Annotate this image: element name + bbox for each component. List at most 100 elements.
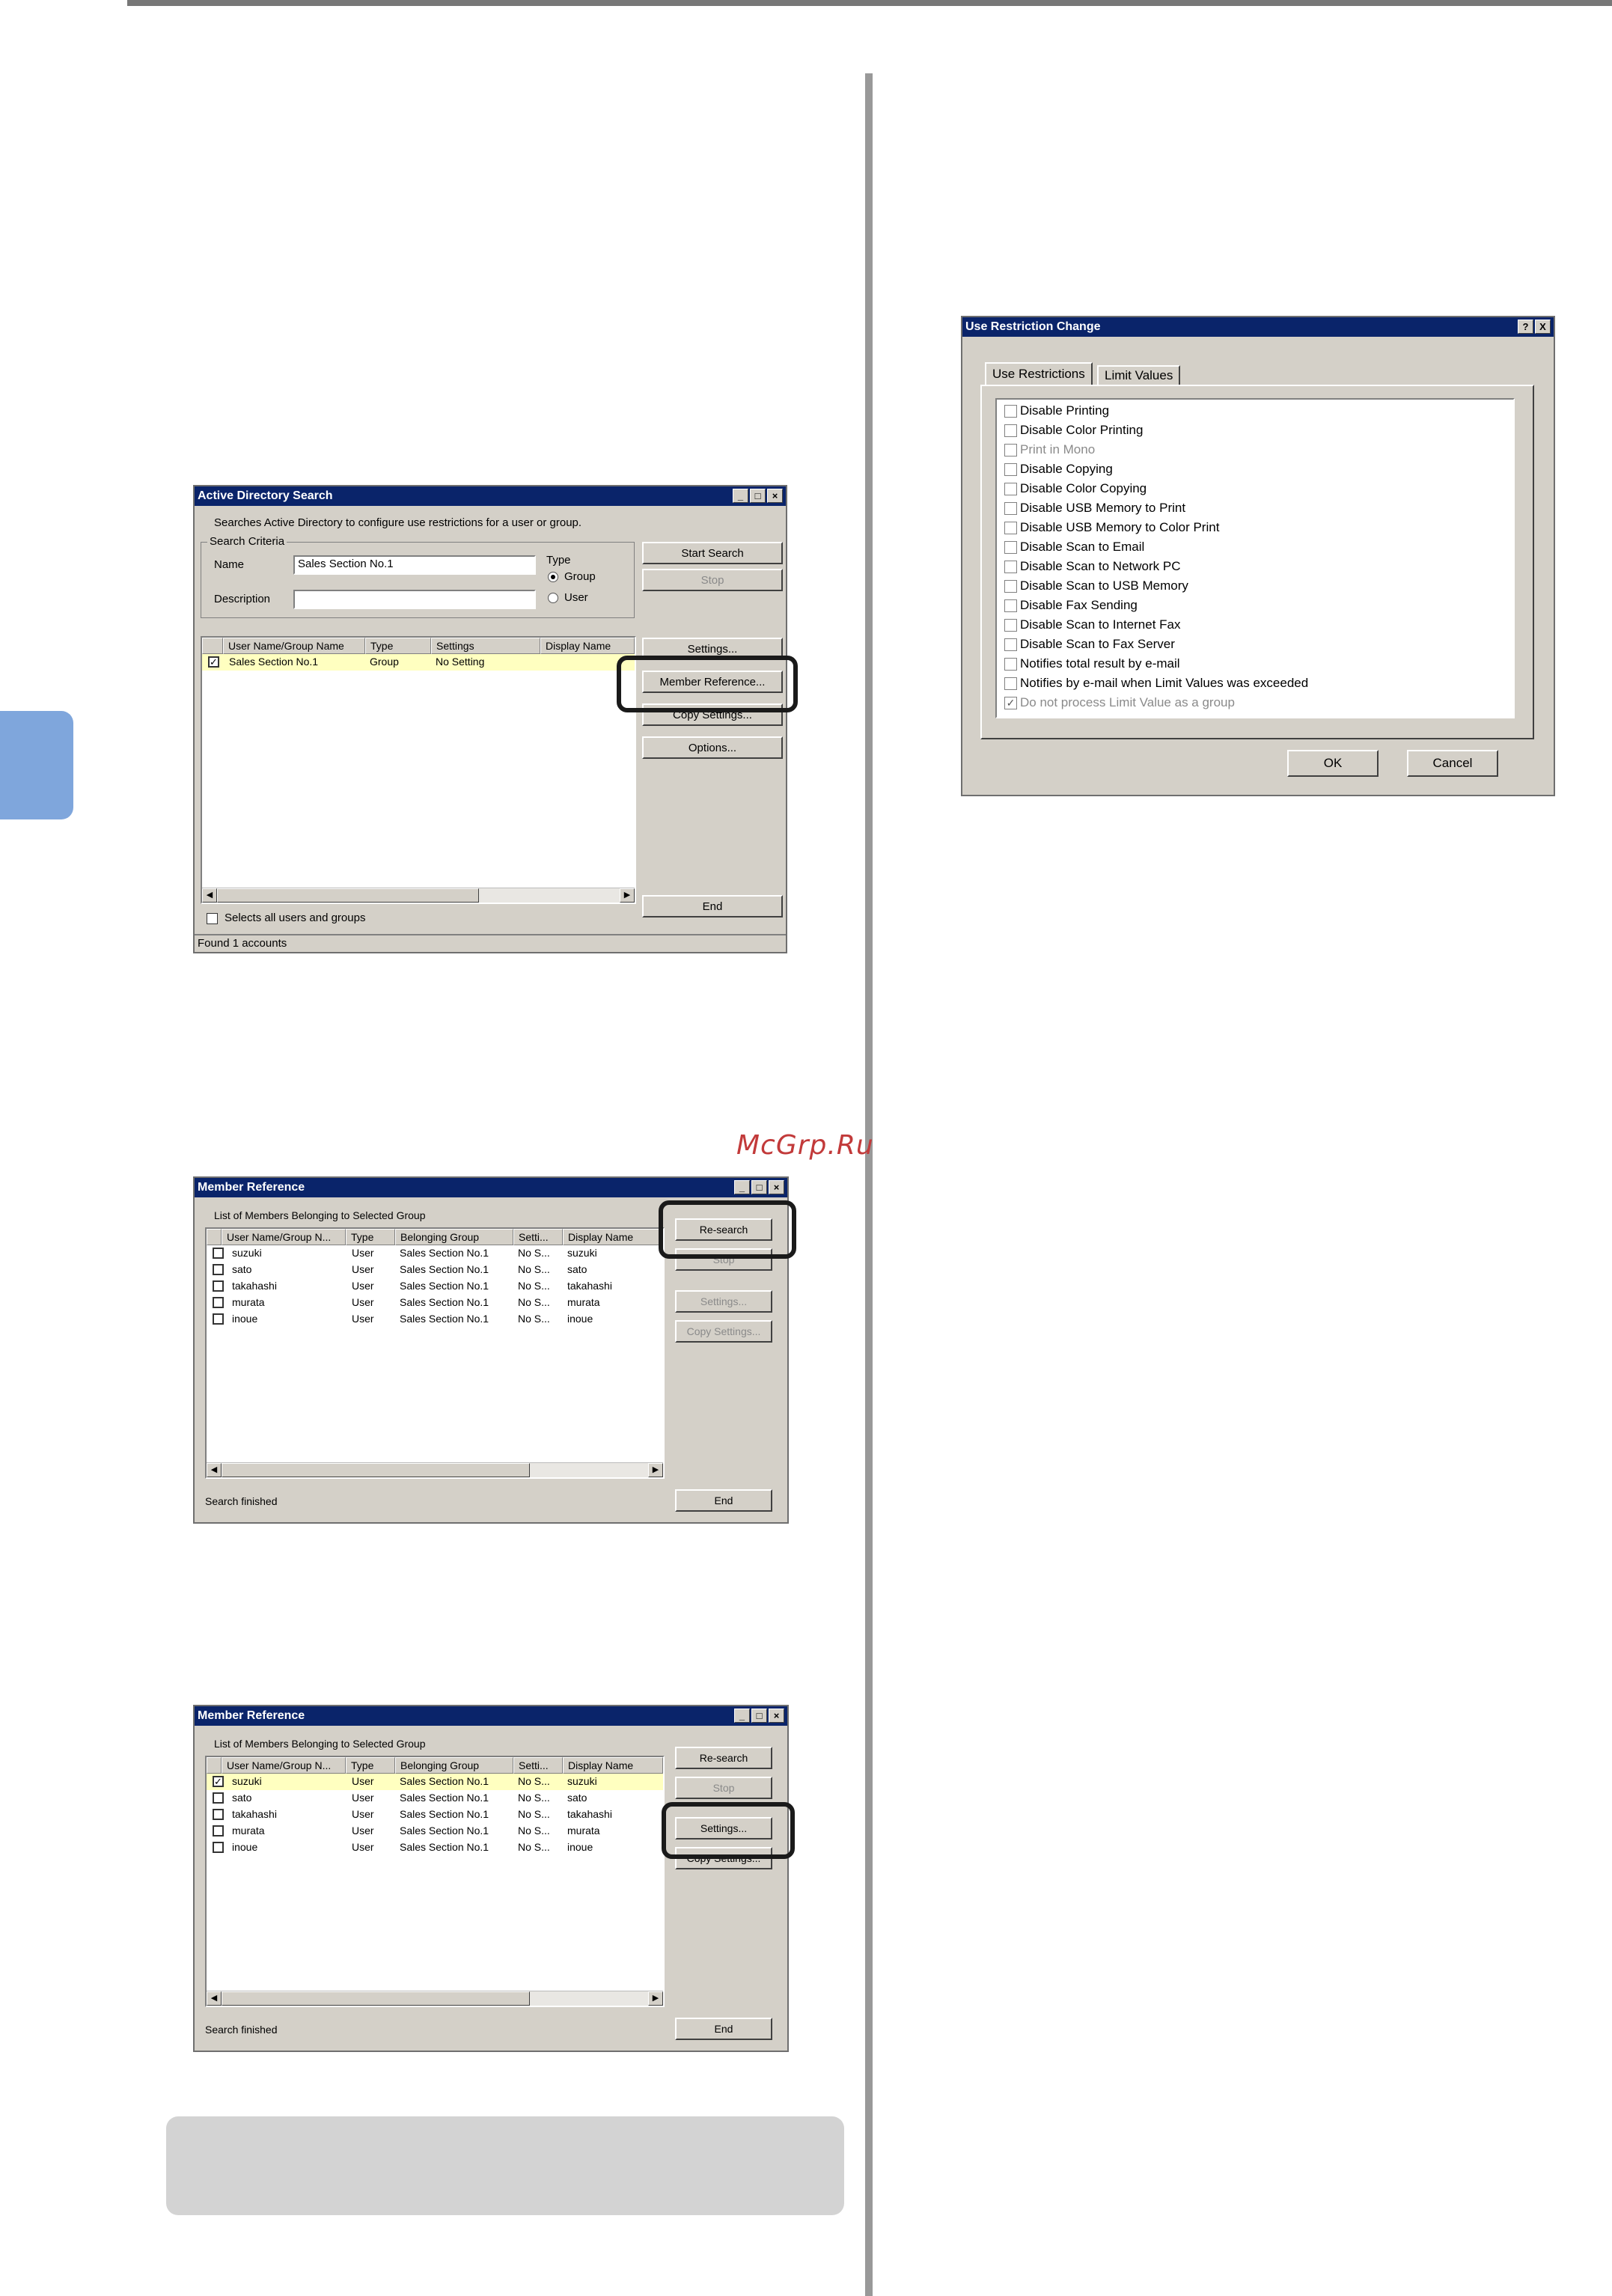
close-icon[interactable]: × [767,489,783,503]
restriction-checkbox[interactable] [1004,540,1017,554]
minimize-icon[interactable]: _ [734,1180,750,1194]
type-user-radio[interactable] [548,593,558,603]
column-header-name[interactable]: User Name/Group N... [222,1229,346,1245]
column-header-display-name[interactable]: Display Name [563,1757,663,1774]
restriction-item[interactable]: Disable Color Copying [1004,479,1147,498]
restriction-checkbox[interactable] [1004,482,1017,495]
table-row[interactable]: takahashi User Sales Section No.1 No S..… [207,1278,663,1295]
restriction-item[interactable]: Disable USB Memory to Print [1004,498,1185,518]
scroll-left-icon[interactable]: ◀ [202,888,217,903]
minimize-icon[interactable]: _ [733,489,748,503]
maximize-icon[interactable]: □ [751,1709,767,1723]
row-checkbox[interactable]: ✓ [213,1776,224,1787]
close-icon[interactable]: × [769,1180,784,1194]
table-row[interactable]: sato User Sales Section No.1 No S... sat… [207,1262,663,1278]
column-header-type[interactable]: Type [346,1757,395,1774]
restriction-checkbox[interactable] [1004,599,1017,612]
table-row[interactable]: inoue User Sales Section No.1 No S... in… [207,1311,663,1328]
table-row[interactable]: ✓ suzuki User Sales Section No.1 No S...… [207,1774,663,1790]
accounts-list[interactable]: User Name/Group Name Type Settings Displ… [201,636,636,904]
restriction-item[interactable]: Disable Color Printing [1004,421,1143,440]
scroll-right-icon[interactable]: ▶ [620,888,635,903]
restriction-item[interactable]: Disable Scan to USB Memory [1004,576,1188,596]
row-checkbox[interactable] [213,1248,224,1259]
restriction-item[interactable]: Disable Fax Sending [1004,596,1138,615]
end-button[interactable]: End [675,1489,772,1512]
scroll-right-icon[interactable]: ▶ [648,1463,663,1477]
restriction-checkbox[interactable] [1004,618,1017,632]
copy-settings-button[interactable]: Copy Settings... [675,1320,772,1343]
column-header-settings[interactable]: Setti... [513,1757,563,1774]
restriction-checkbox[interactable] [1004,424,1017,437]
help-icon[interactable]: ? [1518,320,1533,334]
column-header-settings[interactable]: Settings [431,638,540,654]
table-row[interactable]: takahashi User Sales Section No.1 No S..… [207,1807,663,1823]
end-button[interactable]: End [675,2018,772,2040]
select-all-checkbox[interactable] [207,913,218,924]
re-search-button[interactable]: Re-search [675,1747,772,1769]
table-row[interactable]: murata User Sales Section No.1 No S... m… [207,1823,663,1839]
column-header-name[interactable]: User Name/Group Name [223,638,365,654]
restriction-checkbox[interactable] [1004,443,1017,457]
scroll-left-icon[interactable]: ◀ [207,1463,222,1477]
row-checkbox[interactable] [213,1792,224,1804]
maximize-icon[interactable]: □ [751,1180,767,1194]
table-row[interactable]: ✓ Sales Section No.1 Group No Setting [202,654,635,671]
scroll-thumb[interactable] [222,1991,530,2006]
stop-button[interactable]: Stop [675,1777,772,1799]
restriction-checkbox[interactable] [1004,579,1017,593]
close-icon[interactable]: X [1535,320,1551,334]
column-header-display-name[interactable]: Display Name [540,638,635,654]
restriction-checkbox[interactable]: ✓ [1004,696,1017,709]
members-list[interactable]: User Name/Group N... Type Belonging Grou… [205,1756,665,2007]
row-checkbox[interactable] [213,1313,224,1325]
restrictions-list[interactable]: Disable Printing Disable Color Printing … [995,398,1515,718]
row-checkbox[interactable] [213,1280,224,1292]
column-header-belonging-group[interactable]: Belonging Group [395,1757,513,1774]
restriction-item[interactable]: Notifies by e-mail when Limit Values was… [1004,674,1308,693]
scroll-thumb[interactable] [217,888,479,903]
scroll-left-icon[interactable]: ◀ [207,1991,222,2006]
end-button[interactable]: End [642,895,783,918]
restriction-item[interactable]: ✓ Do not process Limit Value as a group [1004,693,1235,712]
column-header-type[interactable]: Type [365,638,431,654]
scroll-right-icon[interactable]: ▶ [648,1991,663,2006]
stop-button[interactable]: Stop [642,569,783,591]
table-row[interactable]: murata User Sales Section No.1 No S... m… [207,1295,663,1311]
row-checkbox[interactable]: ✓ [208,656,219,668]
maximize-icon[interactable]: □ [750,489,766,503]
column-header-settings[interactable]: Setti... [513,1229,563,1245]
minimize-icon[interactable]: _ [734,1709,750,1723]
restriction-checkbox[interactable] [1004,462,1017,476]
ok-button[interactable]: OK [1287,750,1379,777]
row-checkbox[interactable] [213,1297,224,1308]
description-field[interactable] [293,590,536,609]
members-list[interactable]: User Name/Group N... Type Belonging Grou… [205,1227,665,1479]
restriction-item[interactable]: Disable USB Memory to Color Print [1004,518,1219,537]
restriction-checkbox[interactable] [1004,501,1017,515]
close-icon[interactable]: × [769,1709,784,1723]
restriction-item[interactable]: Print in Mono [1004,440,1095,459]
column-header-extra[interactable]: E [663,1757,665,1774]
restriction-item[interactable]: Disable Scan to Network PC [1004,557,1180,576]
horizontal-scrollbar[interactable]: ◀ ▶ [207,1991,663,2006]
options-button[interactable]: Options... [642,736,783,759]
restriction-item[interactable]: Disable Scan to Internet Fax [1004,615,1181,635]
restriction-checkbox[interactable] [1004,560,1017,573]
table-row[interactable]: sato User Sales Section No.1 No S... sat… [207,1790,663,1807]
row-checkbox[interactable] [213,1842,224,1853]
column-header-type[interactable]: Type [346,1229,395,1245]
restriction-item[interactable]: Notifies total result by e-mail [1004,654,1180,674]
horizontal-scrollbar[interactable]: ◀ ▶ [202,888,635,903]
scroll-thumb[interactable] [222,1463,530,1477]
tab-use-restrictions[interactable]: Use Restrictions [985,362,1093,385]
row-checkbox[interactable] [213,1825,224,1837]
column-header-name[interactable]: User Name/Group N... [222,1757,346,1774]
table-row[interactable]: inoue User Sales Section No.1 No S... in… [207,1839,663,1856]
tab-limit-values[interactable]: Limit Values [1097,365,1181,385]
start-search-button[interactable]: Start Search [642,542,783,564]
restriction-item[interactable]: Disable Scan to Fax Server [1004,635,1175,654]
restriction-item[interactable]: Disable Printing [1004,401,1109,421]
row-checkbox[interactable] [213,1809,224,1820]
restriction-checkbox[interactable] [1004,657,1017,671]
